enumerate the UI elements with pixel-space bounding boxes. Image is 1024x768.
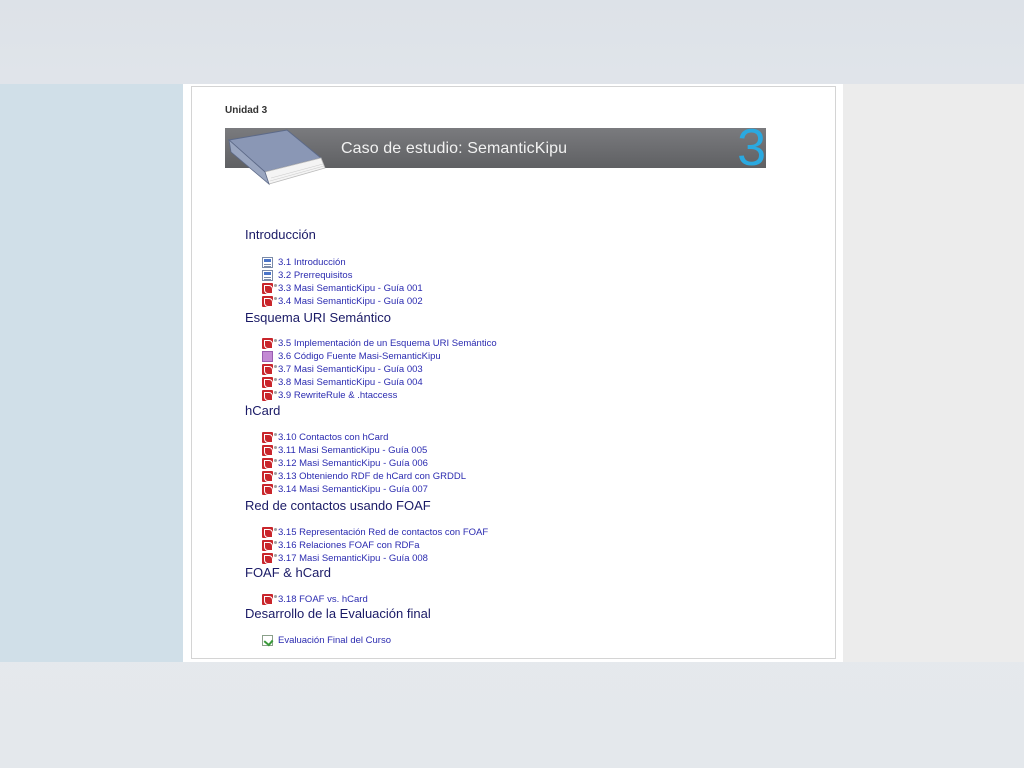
list-item[interactable]: 3.11 Masi SemanticKipu - Guía 005 — [262, 444, 427, 456]
pdf-icon — [262, 539, 277, 551]
item-link[interactable]: 3.14 Masi SemanticKipu - Guía 007 — [278, 484, 428, 495]
list-item[interactable]: 3.5 Implementación de un Esquema URI Sem… — [262, 337, 497, 349]
item-link[interactable]: 3.13 Obteniendo RDF de hCard con GRDDL — [278, 471, 466, 482]
pdf-icon — [262, 552, 277, 564]
item-link[interactable]: 3.3 Masi SemanticKipu - Guía 001 — [278, 283, 423, 294]
pdf-icon — [262, 295, 277, 307]
list-item[interactable]: 3.9 RewriteRule & .htaccess — [262, 389, 397, 401]
list-item[interactable]: 3.15 Representación Red de contactos con… — [262, 526, 488, 538]
right-background-band — [843, 84, 1024, 662]
pdf-icon — [262, 526, 277, 538]
pdf-icon — [262, 457, 277, 469]
pdf-icon — [262, 483, 277, 495]
eval-icon — [262, 634, 273, 646]
item-link[interactable]: 3.8 Masi SemanticKipu - Guía 004 — [278, 377, 423, 388]
section-heading-esquema-uri: Esquema URI Semántico — [245, 310, 391, 325]
pdf-icon — [262, 470, 277, 482]
item-link[interactable]: 3.7 Masi SemanticKipu - Guía 003 — [278, 364, 423, 375]
list-item[interactable]: 3.8 Masi SemanticKipu - Guía 004 — [262, 376, 423, 388]
page-icon — [262, 256, 273, 268]
pdf-icon — [262, 431, 277, 443]
section-heading-hcard: hCard — [245, 403, 281, 418]
section-heading-foaf-hcard: FOAF & hCard — [245, 565, 331, 580]
section-heading-introduccion: Introducción — [245, 227, 316, 242]
list-item[interactable]: 3.2 Prerrequisitos — [262, 269, 352, 281]
item-link[interactable]: 3.4 Masi SemanticKipu - Guía 002 — [278, 296, 423, 307]
pdf-icon — [262, 282, 277, 294]
list-item[interactable]: 3.7 Masi SemanticKipu - Guía 003 — [262, 363, 423, 375]
banner-title: Caso de estudio: SemanticKipu — [341, 140, 568, 157]
book-icon — [227, 129, 326, 186]
item-link[interactable]: 3.16 Relaciones FOAF con RDFa — [278, 540, 420, 551]
unit-banner: Caso de estudio: SemanticKipu 3 — [225, 120, 766, 186]
list-item[interactable]: 3.12 Masi SemanticKipu - Guía 006 — [262, 457, 428, 469]
item-link[interactable]: 3.12 Masi SemanticKipu - Guía 006 — [278, 458, 428, 469]
list-item[interactable]: 3.1 Introducción — [262, 256, 346, 268]
list-item[interactable]: Evaluación Final del Curso — [262, 634, 391, 646]
pdf-icon — [262, 376, 277, 388]
item-link[interactable]: 3.6 Código Fuente Masi-SemanticKipu — [278, 351, 441, 362]
list-item[interactable]: 3.16 Relaciones FOAF con RDFa — [262, 539, 420, 551]
list-item[interactable]: 3.10 Contactos con hCard — [262, 431, 388, 443]
item-link[interactable]: Evaluación Final del Curso — [278, 635, 391, 646]
item-link[interactable]: 3.5 Implementación de un Esquema URI Sem… — [278, 338, 497, 349]
list-item[interactable]: 3.17 Masi SemanticKipu - Guía 008 — [262, 552, 428, 564]
unit-label: Unidad 3 — [225, 105, 268, 116]
pdf-icon — [262, 337, 277, 349]
item-link[interactable]: 3.11 Masi SemanticKipu - Guía 005 — [278, 445, 427, 456]
pdf-icon — [262, 444, 277, 456]
page-icon — [262, 269, 273, 281]
section-heading-red-contactos-foaf: Red de contactos usando FOAF — [245, 498, 431, 513]
item-link[interactable]: 3.2 Prerrequisitos — [278, 270, 352, 281]
item-link[interactable]: 3.18 FOAF vs. hCard — [278, 594, 368, 605]
item-link[interactable]: 3.17 Masi SemanticKipu - Guía 008 — [278, 553, 428, 564]
list-item[interactable]: 3.14 Masi SemanticKipu - Guía 007 — [262, 483, 428, 495]
list-item[interactable]: 3.3 Masi SemanticKipu - Guía 001 — [262, 282, 423, 294]
course-page-panel: Unidad 3 Caso de estudio: SemanticKipu 3… — [183, 84, 843, 662]
list-item[interactable]: 3.18 FOAF vs. hCard — [262, 593, 368, 605]
list-item[interactable]: 3.6 Código Fuente Masi-SemanticKipu — [262, 350, 441, 362]
left-background-band — [0, 84, 183, 662]
item-link[interactable]: 3.9 RewriteRule & .htaccess — [278, 390, 397, 401]
list-item[interactable]: 3.13 Obteniendo RDF de hCard con GRDDL — [262, 470, 466, 482]
pdf-icon — [262, 389, 277, 401]
pdf-icon — [262, 593, 277, 605]
list-item[interactable]: 3.4 Masi SemanticKipu - Guía 002 — [262, 295, 423, 307]
item-link[interactable]: 3.10 Contactos con hCard — [278, 432, 388, 443]
item-link[interactable]: 3.1 Introducción — [278, 257, 346, 268]
code-icon — [262, 350, 273, 362]
unit-number: 3 — [737, 119, 766, 177]
pdf-icon — [262, 363, 277, 375]
section-heading-evaluacion-final: Desarrollo de la Evaluación final — [245, 606, 431, 621]
item-link[interactable]: 3.15 Representación Red de contactos con… — [278, 527, 488, 538]
